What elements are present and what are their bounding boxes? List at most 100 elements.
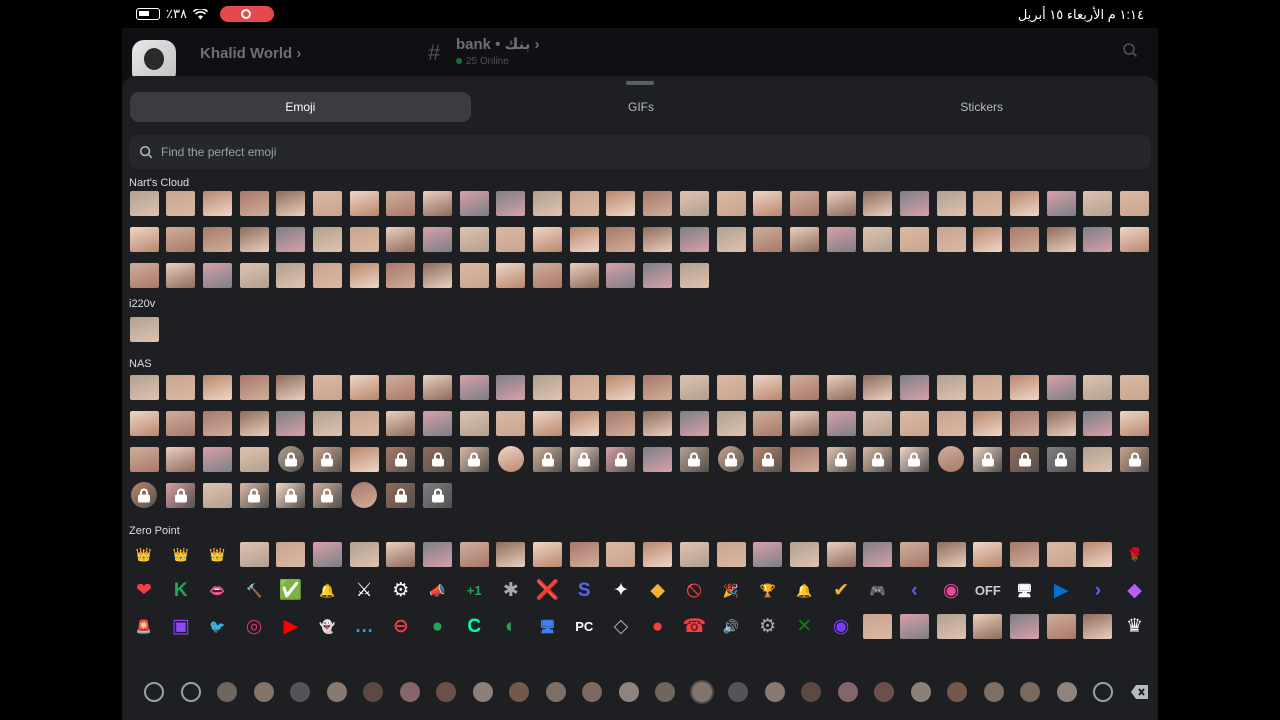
custom-emoji[interactable]: [753, 408, 783, 438]
custom-emoji[interactable]: [533, 372, 563, 402]
custom-emoji[interactable]: [276, 224, 306, 254]
locked-emoji[interactable]: [533, 444, 563, 474]
server-emoji-category[interactable]: [684, 678, 721, 706]
custom-emoji[interactable]: 🖥: [533, 611, 563, 641]
custom-emoji[interactable]: K: [166, 575, 196, 605]
custom-emoji[interactable]: [129, 444, 159, 474]
server-emoji-category[interactable]: [903, 678, 940, 706]
custom-emoji[interactable]: [202, 408, 232, 438]
custom-emoji[interactable]: [312, 260, 342, 290]
custom-emoji[interactable]: [459, 260, 489, 290]
search-icon[interactable]: [1122, 42, 1138, 58]
custom-emoji[interactable]: [826, 539, 856, 569]
custom-emoji[interactable]: [533, 188, 563, 218]
custom-emoji[interactable]: ◉: [826, 611, 856, 641]
custom-emoji[interactable]: [129, 224, 159, 254]
custom-emoji[interactable]: [239, 260, 269, 290]
custom-emoji[interactable]: [1120, 408, 1150, 438]
custom-emoji[interactable]: 🔔: [312, 575, 342, 605]
custom-emoji[interactable]: [936, 611, 966, 641]
custom-emoji[interactable]: [496, 372, 526, 402]
custom-emoji[interactable]: [349, 260, 379, 290]
custom-emoji[interactable]: ❌: [533, 575, 563, 605]
locked-emoji[interactable]: [312, 444, 342, 474]
custom-emoji[interactable]: [863, 372, 893, 402]
custom-emoji[interactable]: [1083, 188, 1113, 218]
custom-emoji[interactable]: [166, 408, 196, 438]
custom-emoji[interactable]: [166, 260, 196, 290]
locked-emoji[interactable]: [129, 480, 159, 510]
custom-emoji[interactable]: 👻: [312, 611, 342, 641]
custom-emoji[interactable]: [1046, 408, 1076, 438]
custom-emoji[interactable]: [276, 260, 306, 290]
custom-emoji[interactable]: [386, 408, 416, 438]
custom-emoji[interactable]: [1083, 224, 1113, 254]
server-emoji-category[interactable]: [611, 678, 648, 706]
custom-emoji[interactable]: [643, 224, 673, 254]
custom-emoji[interactable]: [899, 224, 929, 254]
custom-emoji[interactable]: [973, 372, 1003, 402]
custom-emoji[interactable]: 🚨: [129, 611, 159, 641]
custom-emoji[interactable]: [643, 372, 673, 402]
server-emoji-category[interactable]: [501, 678, 538, 706]
locked-emoji[interactable]: [276, 480, 306, 510]
custom-emoji[interactable]: [496, 260, 526, 290]
custom-emoji[interactable]: [239, 224, 269, 254]
custom-emoji[interactable]: [569, 408, 599, 438]
custom-emoji[interactable]: [1083, 444, 1113, 474]
custom-emoji[interactable]: [276, 372, 306, 402]
custom-emoji[interactable]: ▶: [276, 611, 306, 641]
custom-emoji[interactable]: [679, 260, 709, 290]
custom-emoji[interactable]: [423, 260, 453, 290]
custom-emoji[interactable]: [1010, 408, 1040, 438]
custom-emoji[interactable]: S: [569, 575, 599, 605]
custom-emoji[interactable]: [789, 444, 819, 474]
custom-emoji[interactable]: [643, 444, 673, 474]
custom-emoji[interactable]: [496, 539, 526, 569]
custom-emoji[interactable]: 🔨: [239, 575, 269, 605]
server-emoji-category[interactable]: [428, 678, 465, 706]
custom-emoji[interactable]: [349, 444, 379, 474]
custom-emoji[interactable]: [1046, 539, 1076, 569]
locked-emoji[interactable]: [386, 480, 416, 510]
custom-emoji[interactable]: 🖥: [1010, 575, 1040, 605]
server-emoji-category[interactable]: [209, 678, 246, 706]
custom-emoji[interactable]: [753, 224, 783, 254]
custom-emoji[interactable]: ◉: [936, 575, 966, 605]
server-emoji-category[interactable]: [793, 678, 830, 706]
custom-emoji[interactable]: [789, 539, 819, 569]
custom-emoji[interactable]: [973, 611, 1003, 641]
custom-emoji[interactable]: [496, 188, 526, 218]
custom-emoji[interactable]: [1046, 372, 1076, 402]
custom-emoji[interactable]: [643, 260, 673, 290]
locked-emoji[interactable]: [973, 444, 1003, 474]
custom-emoji[interactable]: ◆: [1120, 575, 1150, 605]
custom-emoji[interactable]: [1083, 611, 1113, 641]
custom-emoji[interactable]: [643, 408, 673, 438]
custom-emoji[interactable]: [973, 188, 1003, 218]
custom-emoji[interactable]: [533, 408, 563, 438]
custom-emoji[interactable]: [863, 539, 893, 569]
server-emoji-category[interactable]: [355, 678, 392, 706]
custom-emoji[interactable]: [936, 188, 966, 218]
custom-emoji[interactable]: [459, 408, 489, 438]
custom-emoji[interactable]: [973, 224, 1003, 254]
custom-emoji[interactable]: [1046, 188, 1076, 218]
custom-emoji[interactable]: [202, 480, 232, 510]
custom-emoji[interactable]: [349, 224, 379, 254]
smiley-icon[interactable]: [1085, 678, 1122, 706]
custom-emoji[interactable]: [312, 372, 342, 402]
custom-emoji[interactable]: [826, 408, 856, 438]
sheet-grabber[interactable]: [626, 81, 654, 85]
custom-emoji[interactable]: [753, 188, 783, 218]
custom-emoji[interactable]: [826, 188, 856, 218]
locked-emoji[interactable]: [863, 444, 893, 474]
custom-emoji[interactable]: [386, 224, 416, 254]
custom-emoji[interactable]: [899, 539, 929, 569]
custom-emoji[interactable]: 📣: [423, 575, 453, 605]
custom-emoji[interactable]: [1120, 372, 1150, 402]
custom-emoji[interactable]: 👑: [202, 539, 232, 569]
server-emoji-category[interactable]: [574, 678, 611, 706]
server-emoji-category[interactable]: [282, 678, 319, 706]
custom-emoji[interactable]: [936, 224, 966, 254]
